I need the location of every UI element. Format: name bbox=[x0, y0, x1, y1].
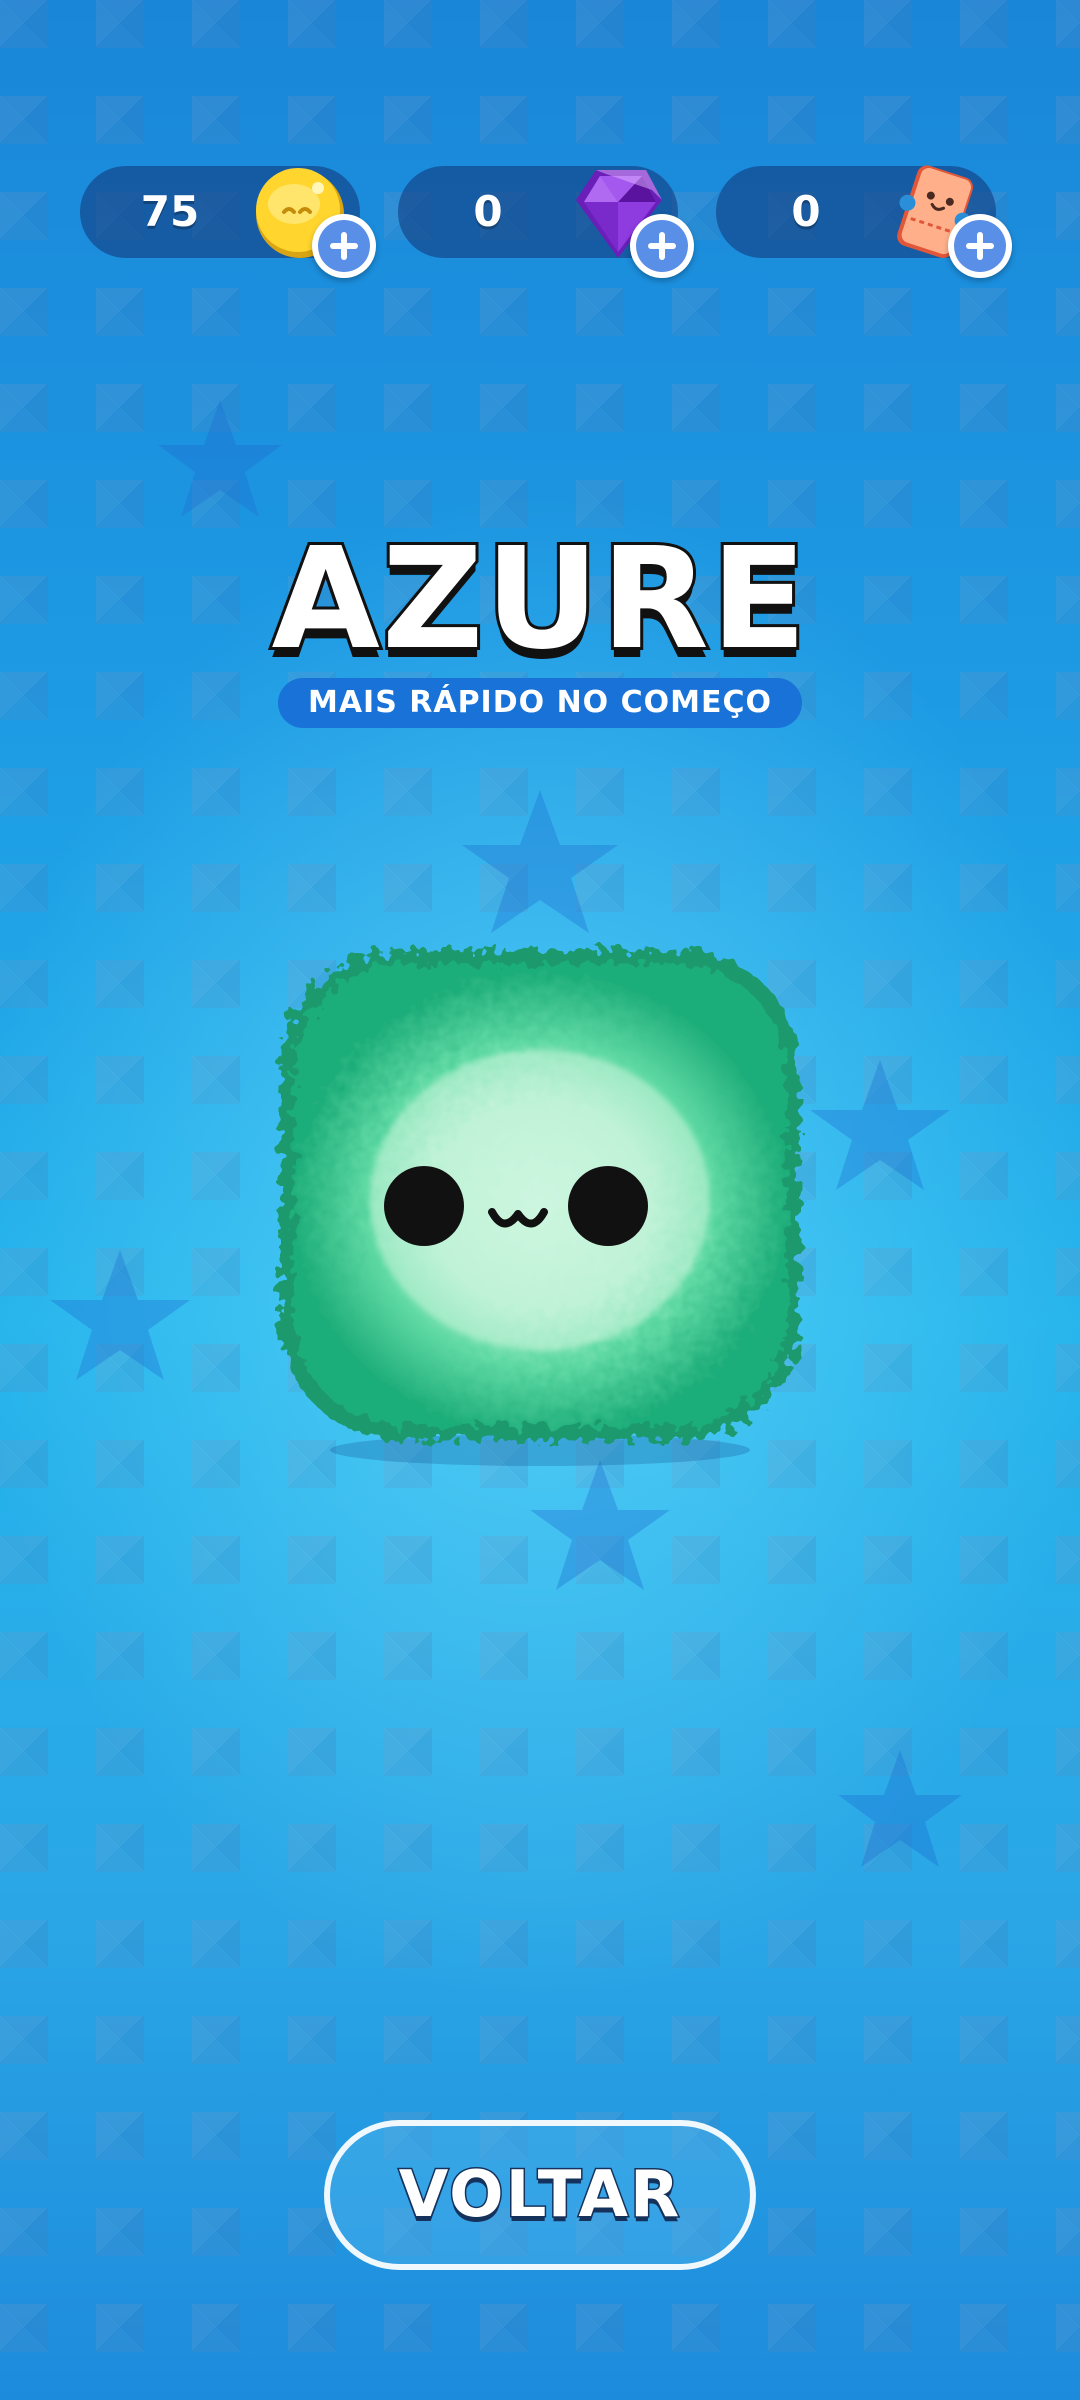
add-coins-button[interactable] bbox=[312, 214, 376, 278]
ticket-amount: 0 bbox=[791, 187, 821, 236]
add-tickets-button[interactable] bbox=[948, 214, 1012, 278]
star-shape bbox=[810, 1060, 950, 1190]
star-shape bbox=[50, 1250, 190, 1380]
ticket-counter: 0 bbox=[716, 165, 1012, 278]
character-perk: MAIS RÁPIDO NO COMEÇO bbox=[277, 678, 803, 728]
star-shape bbox=[158, 400, 282, 517]
character-name: AZURE bbox=[269, 517, 810, 683]
character-avatar bbox=[280, 950, 800, 1466]
plus-icon bbox=[636, 220, 688, 272]
character-left-eye bbox=[384, 1166, 464, 1246]
add-gems-button[interactable] bbox=[630, 214, 694, 278]
coin-amount: 75 bbox=[140, 187, 200, 236]
star-shape bbox=[838, 1750, 962, 1867]
gem-amount: 0 bbox=[473, 187, 503, 236]
coin-counter: 75 bbox=[80, 166, 376, 278]
back-button-label: VOLTAR bbox=[397, 2157, 682, 2234]
character-right-eye bbox=[568, 1166, 648, 1246]
star-shape bbox=[462, 790, 618, 933]
character-perk-badge: MAIS RÁPIDO NO COMEÇO bbox=[0, 678, 1080, 728]
star-shape bbox=[530, 1460, 670, 1590]
gem-counter: 0 bbox=[398, 166, 694, 278]
plus-icon bbox=[954, 220, 1006, 272]
plus-icon bbox=[318, 220, 370, 272]
back-button[interactable]: VOLTAR bbox=[324, 2120, 756, 2270]
